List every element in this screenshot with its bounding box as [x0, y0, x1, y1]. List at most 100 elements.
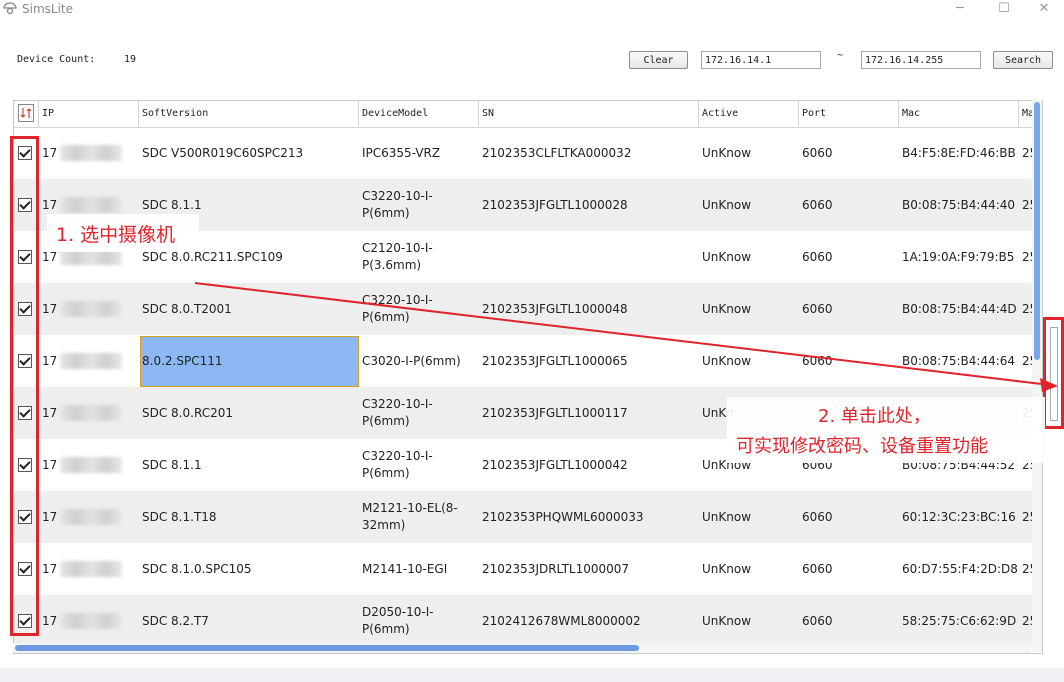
cell-sn[interactable]: 2102353CLFLTKA000032: [479, 127, 699, 179]
annotation-checkbox-highlight: [10, 136, 39, 636]
maximize-icon[interactable]: ☐: [984, 0, 1024, 20]
cell-devicemodel[interactable]: C2120-10-I-P(3.6mm): [359, 231, 479, 283]
vertical-scrollbar[interactable]: [1032, 100, 1042, 652]
select-all-toggle-icon[interactable]: [18, 104, 34, 122]
cell-mac[interactable]: 60:12:3C:23:BC:16: [899, 491, 1019, 543]
cell-active[interactable]: UnKnow: [699, 231, 799, 283]
annotation-side-handle-highlight: [1043, 317, 1064, 429]
status-strip: [0, 668, 1064, 682]
column-header-ip[interactable]: IP: [39, 101, 139, 127]
table-row[interactable]: 17 8.0.2.SPC111 C3020-I-P(6mm) 2102353JFGLT…: [14, 335, 1042, 387]
cell-sn[interactable]: [479, 231, 699, 283]
cell-softversion[interactable]: SDC 8.1.0.SPC105: [139, 543, 359, 595]
cell-sn[interactable]: 2102353JFGLTL1000065: [479, 335, 699, 387]
ip-redaction: [60, 561, 122, 577]
device-count-value: 19: [124, 54, 137, 65]
cell-softversion[interactable]: SDC V500R019C60SPC213: [139, 127, 359, 179]
cell-devicemodel[interactable]: C3020-I-P(6mm): [359, 335, 479, 387]
cell-sn[interactable]: 2102353JFGLTL1000117: [479, 387, 699, 439]
cell-sn[interactable]: 2102353JDRLTL1000007: [479, 543, 699, 595]
table-row[interactable]: 17 SDC V500R019C60SPC213 IPC6355-VRZ 210235…: [14, 127, 1042, 179]
table-row[interactable]: 17 SDC 8.2.T7 D2050-10-I-P(6mm) 2102412678W…: [14, 595, 1042, 647]
header-select-all[interactable]: [14, 101, 39, 127]
cell-sn[interactable]: 2102353JFGLTL1000042: [479, 439, 699, 491]
title-bar: SimsLite ─ ☐ ✕: [0, 0, 1064, 20]
device-count-label: Device Count:: [17, 54, 96, 65]
ip-end-input[interactable]: 172.16.14.255: [861, 51, 981, 69]
cell-mac[interactable]: B4:F5:8E:FD:46:BB: [899, 127, 1019, 179]
device-table[interactable]: IP SoftVersion DeviceModel SN Active Por…: [13, 100, 1043, 654]
cell-port[interactable]: 6060: [799, 335, 899, 387]
cell-port[interactable]: 6060: [799, 543, 899, 595]
cell-mac[interactable]: B0:08:75:B4:44:4D: [899, 283, 1019, 335]
ip-redaction: [60, 353, 122, 369]
cell-sn[interactable]: 2102353JFGLTL1000048: [479, 283, 699, 335]
ip-redaction: [60, 197, 122, 213]
column-header-active[interactable]: Active: [699, 101, 799, 127]
camera-icon: [3, 2, 17, 15]
close-icon[interactable]: ✕: [1024, 0, 1064, 20]
ip-redaction: [60, 457, 122, 473]
cell-devicemodel[interactable]: D2050-10-I-P(6mm): [359, 595, 479, 647]
table-row[interactable]: 17 SDC 8.1.0.SPC105 M2141-10-EGI 2102353JDR…: [14, 543, 1042, 595]
cell-softversion[interactable]: SDC 8.0.RC201: [139, 387, 359, 439]
ip-redaction: [60, 145, 122, 161]
table-row[interactable]: 17 SDC 8.1.T18 M2121-10-EL(8-32mm) 2102353P…: [14, 491, 1042, 543]
search-button[interactable]: Search: [993, 51, 1053, 69]
column-header-port[interactable]: Port: [799, 101, 899, 127]
column-header-sn[interactable]: SN: [479, 101, 699, 127]
cell-port[interactable]: 6060: [799, 491, 899, 543]
cell-softversion[interactable]: SDC 8.2.T7: [139, 595, 359, 647]
cell-mac[interactable]: 58:25:75:C6:62:9D: [899, 595, 1019, 647]
cell-active[interactable]: UnKnow: [699, 283, 799, 335]
ip-redaction: [60, 613, 122, 629]
ip-redaction: [60, 301, 122, 317]
cell-port[interactable]: 6060: [799, 595, 899, 647]
minimize-icon[interactable]: ─: [940, 0, 980, 20]
cell-devicemodel[interactable]: C3220-10-I-P(6mm): [359, 439, 479, 491]
cell-devicemodel[interactable]: C3220-10-I-P(6mm): [359, 283, 479, 335]
window-title: SimsLite: [22, 2, 73, 16]
horizontal-scroll-thumb[interactable]: [15, 645, 639, 651]
annotation-step2-line1: 2. 单击此处，: [818, 406, 931, 427]
cell-active[interactable]: UnKnow: [699, 127, 799, 179]
column-header-devicemodel[interactable]: DeviceModel: [359, 101, 479, 127]
annotation-step1: 1. 选中摄像机: [56, 224, 176, 246]
cell-port[interactable]: 6060: [799, 179, 899, 231]
cell-mac[interactable]: 60:D7:55:F4:2D:D8: [899, 543, 1019, 595]
cell-active[interactable]: UnKnow: [699, 179, 799, 231]
cell-softversion[interactable]: SDC 8.1.1: [139, 439, 359, 491]
cell-devicemodel[interactable]: IPC6355-VRZ: [359, 127, 479, 179]
cell-active[interactable]: UnKnow: [699, 491, 799, 543]
cell-sn[interactable]: 2102353PHQWML6000033: [479, 491, 699, 543]
ip-redaction: [60, 405, 122, 421]
clear-button[interactable]: Clear: [629, 51, 688, 69]
cell-devicemodel[interactable]: C3220-10-I-P(6mm): [359, 179, 479, 231]
cell-active[interactable]: UnKnow: [699, 543, 799, 595]
cell-port[interactable]: 6060: [799, 283, 899, 335]
range-separator: ~: [837, 50, 844, 61]
cell-mac[interactable]: B0:08:75:B4:44:40: [899, 179, 1019, 231]
table-row[interactable]: 17 SDC 8.0.T2001 C3220-10-I-P(6mm) 2102353J…: [14, 283, 1042, 335]
cell-devicemodel[interactable]: M2121-10-EL(8-32mm): [359, 491, 479, 543]
cell-port[interactable]: 6060: [799, 231, 899, 283]
cell-devicemodel[interactable]: C3220-10-I-P(6mm): [359, 387, 479, 439]
cell-softversion[interactable]: SDC 8.1.T18: [139, 491, 359, 543]
ip-redaction: [60, 509, 122, 525]
cell-mac[interactable]: 1A:19:0A:F9:79:B5: [899, 231, 1019, 283]
column-header-mac[interactable]: Mac: [899, 101, 1019, 127]
cell-sn[interactable]: 2102412678WML8000002: [479, 595, 699, 647]
cell-softversion[interactable]: SDC 8.0.T2001: [139, 283, 359, 335]
cell-sn[interactable]: 2102353JFGLTL1000028: [479, 179, 699, 231]
horizontal-scrollbar[interactable]: [13, 643, 1031, 653]
cell-mac[interactable]: B0:08:75:B4:44:64: [899, 335, 1019, 387]
cell-active[interactable]: UnKnow: [699, 335, 799, 387]
vertical-scroll-thumb[interactable]: [1034, 102, 1040, 360]
cell-port[interactable]: 6060: [799, 127, 899, 179]
cell-active[interactable]: UnKnow: [699, 595, 799, 647]
table-header: IP SoftVersion DeviceModel SN Active Por…: [14, 101, 1042, 128]
cell-softversion[interactable]: 8.0.2.SPC111: [139, 335, 359, 387]
cell-devicemodel[interactable]: M2141-10-EGI: [359, 543, 479, 595]
ip-start-input[interactable]: 172.16.14.1: [701, 51, 821, 69]
column-header-softversion[interactable]: SoftVersion: [139, 101, 359, 127]
